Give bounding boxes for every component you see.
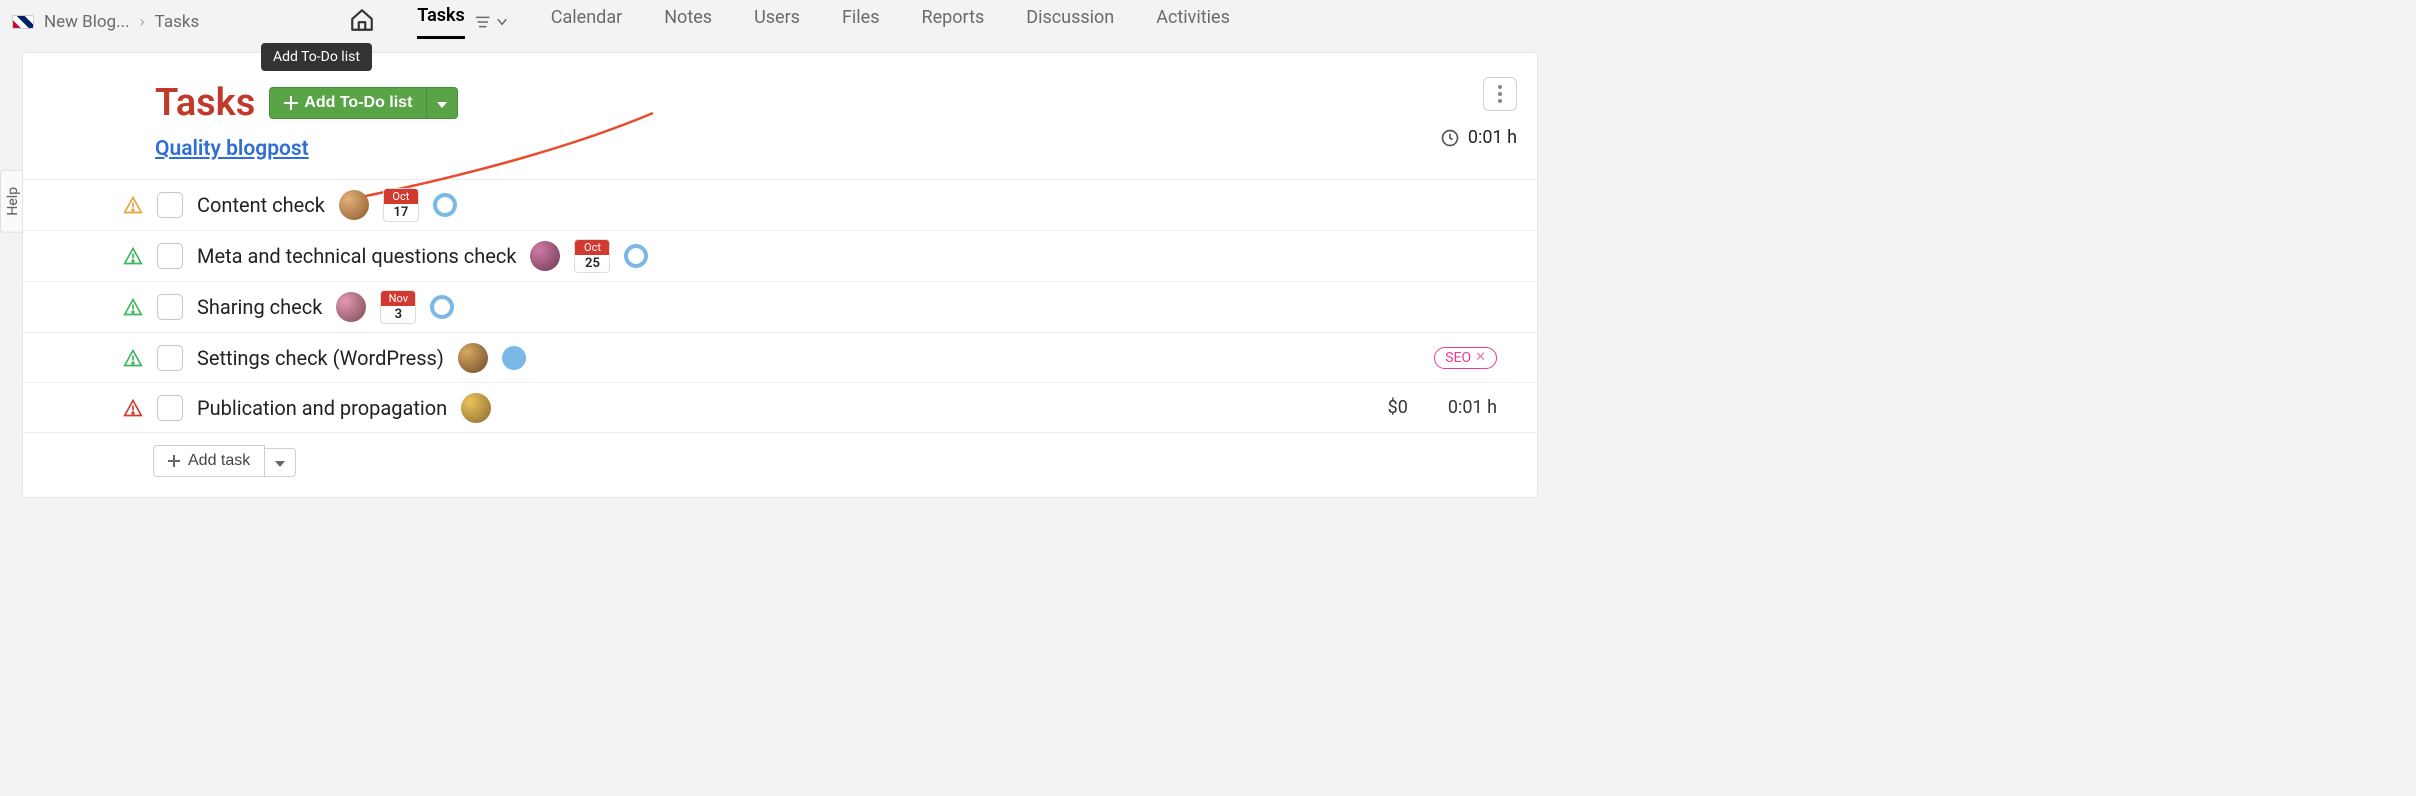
add-task-button[interactable]: Add task <box>153 445 265 477</box>
nav-discussion[interactable]: Discussion <box>1026 7 1114 38</box>
status-indicator[interactable] <box>433 193 457 217</box>
add-task-label: Add task <box>188 452 250 470</box>
due-date-chip[interactable]: Oct 17 <box>383 188 419 222</box>
add-todo-list-label: Add To-Do list <box>304 94 412 112</box>
task-title[interactable]: Publication and propagation <box>197 396 447 420</box>
remove-tag-icon[interactable]: ✕ <box>1475 350 1486 365</box>
filter-icon[interactable] <box>475 13 509 31</box>
task-title[interactable]: Content check <box>197 193 325 217</box>
task-checkbox[interactable] <box>157 294 183 320</box>
task-title[interactable]: Meta and technical questions check <box>197 244 516 268</box>
task-cost: $0 <box>1388 397 1408 418</box>
assignee-avatar[interactable] <box>339 190 369 220</box>
plus-icon <box>168 455 180 467</box>
add-task-dropdown[interactable] <box>265 448 296 477</box>
priority-ok-icon <box>123 297 143 317</box>
nav-activities[interactable]: Activities <box>1156 7 1230 38</box>
due-date-chip[interactable]: Oct 25 <box>574 239 610 273</box>
task-row[interactable]: Meta and technical questions check Oct 2… <box>23 231 1537 282</box>
task-checkbox[interactable] <box>157 345 183 371</box>
caret-down-icon <box>275 461 285 467</box>
priority-alert-icon <box>123 398 143 418</box>
plus-icon <box>284 96 298 110</box>
nav-reports[interactable]: Reports <box>922 7 985 38</box>
home-icon[interactable] <box>349 7 375 38</box>
add-todo-list-dropdown[interactable] <box>426 87 458 119</box>
assignee-avatar[interactable] <box>458 343 488 373</box>
task-checkbox[interactable] <box>157 192 183 218</box>
nav-files[interactable]: Files <box>842 7 880 38</box>
page-title: Tasks <box>155 81 255 125</box>
priority-warning-icon <box>123 195 143 215</box>
nav-calendar[interactable]: Calendar <box>551 7 622 38</box>
tag-seo[interactable]: SEO ✕ <box>1434 347 1497 369</box>
nav-notes[interactable]: Notes <box>664 7 712 38</box>
assignee-avatar[interactable] <box>461 393 491 423</box>
todo-list-title[interactable]: Quality blogpost <box>155 137 309 161</box>
status-indicator[interactable] <box>624 244 648 268</box>
due-date-chip[interactable]: Nov 3 <box>380 290 416 324</box>
add-todo-tooltip: Add To-Do list <box>261 43 372 71</box>
time-summary: 0:01 h <box>1440 127 1517 148</box>
nav-users[interactable]: Users <box>754 7 800 38</box>
breadcrumb-separator: › <box>140 12 145 32</box>
status-indicator[interactable] <box>430 295 454 319</box>
task-time: 0:01 h <box>1448 397 1497 418</box>
breadcrumb-current: Tasks <box>155 12 200 32</box>
task-row[interactable]: Content check Oct 17 <box>23 180 1537 231</box>
assignee-avatar[interactable] <box>530 241 560 271</box>
task-row[interactable]: Sharing check Nov 3 <box>23 282 1537 333</box>
breadcrumb-root[interactable]: New Blog... <box>44 12 130 32</box>
clock-icon <box>1440 128 1460 148</box>
task-title[interactable]: Sharing check <box>197 295 322 319</box>
priority-ok-icon <box>123 348 143 368</box>
add-todo-list-button[interactable]: Add To-Do list <box>269 87 427 119</box>
content-card: Add To-Do list Tasks Add To-Do list Qual… <box>22 52 1538 498</box>
task-row[interactable]: Publication and propagation $0 0:01 h <box>23 383 1537 433</box>
task-title[interactable]: Settings check (WordPress) <box>197 346 444 370</box>
task-checkbox[interactable] <box>157 243 183 269</box>
assignee-avatar[interactable] <box>336 292 366 322</box>
nav-tasks[interactable]: Tasks <box>417 5 465 39</box>
caret-down-icon <box>437 102 447 108</box>
main-nav: Tasks Calendar Notes Users Files Reports… <box>349 5 1230 39</box>
task-row[interactable]: Settings check (WordPress) SEO ✕ <box>23 333 1537 383</box>
time-summary-value: 0:01 h <box>1468 127 1517 148</box>
task-checkbox[interactable] <box>157 395 183 421</box>
flag-icon <box>12 15 34 29</box>
top-bar: New Blog... › Tasks Tasks Calendar Notes… <box>0 0 1560 44</box>
priority-ok-icon <box>123 246 143 266</box>
status-indicator[interactable] <box>502 346 526 370</box>
